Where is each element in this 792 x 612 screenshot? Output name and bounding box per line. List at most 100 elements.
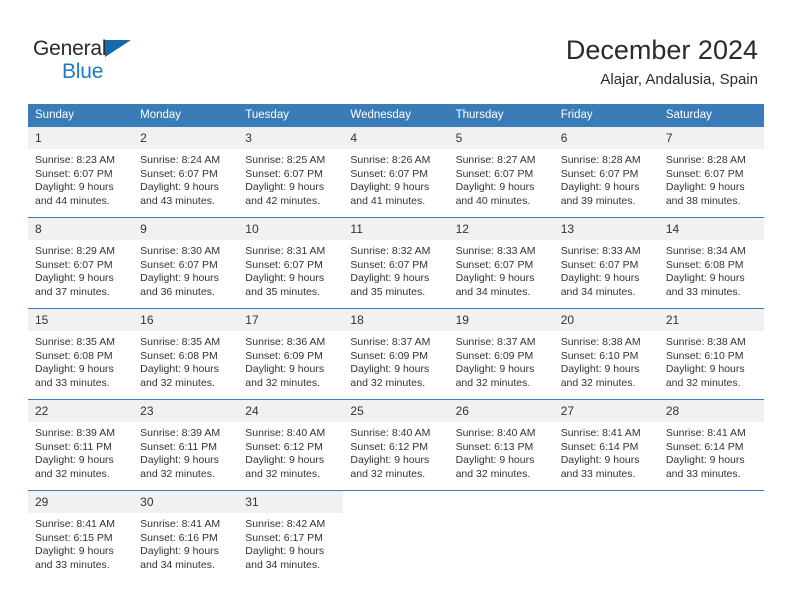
calendar-day-cell[interactable]: 3 Sunrise: 8:25 AM Sunset: 6:07 PM Dayli… xyxy=(238,126,344,218)
calendar-day-cell[interactable]: 26 Sunrise: 8:40 AM Sunset: 6:13 PM Dayl… xyxy=(448,399,554,491)
calendar-day-cell[interactable]: 16 Sunrise: 8:35 AM Sunset: 6:08 PM Dayl… xyxy=(133,308,239,400)
day-number: 1 xyxy=(28,127,134,149)
calendar-day-cell[interactable]: 12 Sunrise: 8:33 AM Sunset: 6:07 PM Dayl… xyxy=(448,217,554,309)
daylight-text-line1: Daylight: 9 hours xyxy=(665,363,745,376)
sunset-text: Sunset: 6:07 PM xyxy=(245,258,323,271)
calendar-day-cell[interactable]: 28 Sunrise: 8:41 AM Sunset: 6:14 PM Dayl… xyxy=(658,399,764,491)
calendar-day-cell[interactable]: 6 Sunrise: 8:28 AM Sunset: 6:07 PM Dayli… xyxy=(553,126,659,218)
sunset-text: Sunset: 6:08 PM xyxy=(665,258,744,271)
sunrise-text: Sunrise: 8:35 AM xyxy=(140,336,221,348)
daylight-text-line2: and 36 minutes. xyxy=(140,285,215,298)
calendar-day-cell[interactable]: 24 Sunrise: 8:40 AM Sunset: 6:12 PM Dayl… xyxy=(238,399,344,491)
daylight-text-line2: and 32 minutes. xyxy=(245,376,320,389)
day-number xyxy=(448,491,554,513)
daylight-text-line2: and 40 minutes. xyxy=(455,194,531,207)
day-number: 23 xyxy=(133,400,239,422)
sunrise-text: Sunrise: 8:27 AM xyxy=(455,154,536,166)
day-details: Sunrise: 8:24 AM Sunset: 6:07 PM Dayligh… xyxy=(133,149,238,208)
sunrise-text: Sunrise: 8:42 AM xyxy=(245,518,326,530)
daylight-text-line1: Daylight: 9 hours xyxy=(140,545,219,558)
day-details: Sunrise: 8:37 AM Sunset: 6:09 PM Dayligh… xyxy=(343,331,448,390)
sunrise-text: Sunrise: 8:33 AM xyxy=(455,245,536,257)
calendar-day-cell[interactable]: 17 Sunrise: 8:36 AM Sunset: 6:09 PM Dayl… xyxy=(238,308,344,400)
calendar-day-cell-empty xyxy=(553,490,659,581)
day-number: 2 xyxy=(133,127,239,149)
daylight-text-line1: Daylight: 9 hours xyxy=(245,545,325,558)
day-details: Sunrise: 8:28 AM Sunset: 6:07 PM Dayligh… xyxy=(659,149,764,208)
daylight-text-line2: and 32 minutes. xyxy=(140,376,215,389)
day-details: Sunrise: 8:40 AM Sunset: 6:12 PM Dayligh… xyxy=(343,422,448,481)
calendar-day-cell[interactable]: 31 Sunrise: 8:42 AM Sunset: 6:17 PM Dayl… xyxy=(238,490,344,581)
calendar-day-cell[interactable]: 18 Sunrise: 8:37 AM Sunset: 6:09 PM Dayl… xyxy=(343,308,449,400)
sunrise-text: Sunrise: 8:32 AM xyxy=(350,245,431,257)
calendar-day-cell-empty xyxy=(658,490,764,581)
daylight-text-line1: Daylight: 9 hours xyxy=(455,363,535,376)
brand-logo[interactable]: General Blue xyxy=(33,38,183,84)
calendar-day-cell[interactable]: 27 Sunrise: 8:41 AM Sunset: 6:14 PM Dayl… xyxy=(553,399,659,491)
sunset-text: Sunset: 6:13 PM xyxy=(455,440,534,453)
calendar-day-cell[interactable]: 7 Sunrise: 8:28 AM Sunset: 6:07 PM Dayli… xyxy=(658,126,764,218)
day-details: Sunrise: 8:33 AM Sunset: 6:07 PM Dayligh… xyxy=(449,240,554,299)
sunrise-text: Sunrise: 8:30 AM xyxy=(140,245,221,257)
sunrise-text: Sunrise: 8:25 AM xyxy=(245,154,326,166)
calendar-page: General Blue December 2024 Alajar, Andal… xyxy=(0,0,792,612)
day-details: Sunrise: 8:33 AM Sunset: 6:07 PM Dayligh… xyxy=(554,240,659,299)
calendar-day-cell[interactable]: 22 Sunrise: 8:39 AM Sunset: 6:11 PM Dayl… xyxy=(28,399,134,491)
calendar-day-cell[interactable]: 11 Sunrise: 8:32 AM Sunset: 6:07 PM Dayl… xyxy=(343,217,449,309)
day-number: 25 xyxy=(343,400,449,422)
daylight-text-line2: and 35 minutes. xyxy=(350,285,426,298)
daylight-text-line1: Daylight: 9 hours xyxy=(140,363,219,376)
day-number: 30 xyxy=(133,491,239,513)
daylight-text-line2: and 32 minutes. xyxy=(560,376,636,389)
calendar-day-cell[interactable]: 2 Sunrise: 8:24 AM Sunset: 6:07 PM Dayli… xyxy=(133,126,239,218)
day-details: Sunrise: 8:35 AM Sunset: 6:08 PM Dayligh… xyxy=(28,331,133,390)
sunset-text: Sunset: 6:16 PM xyxy=(140,531,218,544)
calendar-day-cell[interactable]: 29 Sunrise: 8:41 AM Sunset: 6:15 PM Dayl… xyxy=(28,490,134,581)
calendar-day-cell[interactable]: 14 Sunrise: 8:34 AM Sunset: 6:08 PM Dayl… xyxy=(658,217,764,309)
sunrise-text: Sunrise: 8:37 AM xyxy=(455,336,536,348)
calendar-day-cell[interactable]: 21 Sunrise: 8:38 AM Sunset: 6:10 PM Dayl… xyxy=(658,308,764,400)
day-details: Sunrise: 8:34 AM Sunset: 6:08 PM Dayligh… xyxy=(659,240,764,299)
daylight-text-line2: and 42 minutes. xyxy=(245,194,320,207)
daylight-text-line2: and 34 minutes. xyxy=(455,285,531,298)
day-number: 19 xyxy=(448,309,554,331)
sunset-text: Sunset: 6:07 PM xyxy=(560,167,639,180)
sunset-text: Sunset: 6:07 PM xyxy=(35,258,113,271)
calendar-day-cell[interactable]: 19 Sunrise: 8:37 AM Sunset: 6:09 PM Dayl… xyxy=(448,308,554,400)
calendar-day-cell[interactable]: 25 Sunrise: 8:40 AM Sunset: 6:12 PM Dayl… xyxy=(343,399,449,491)
day-details: Sunrise: 8:23 AM Sunset: 6:07 PM Dayligh… xyxy=(28,149,133,208)
daylight-text-line1: Daylight: 9 hours xyxy=(560,272,640,285)
calendar-day-cell[interactable]: 8 Sunrise: 8:29 AM Sunset: 6:07 PM Dayli… xyxy=(28,217,134,309)
daylight-text-line1: Daylight: 9 hours xyxy=(455,454,535,467)
calendar-day-cell[interactable]: 30 Sunrise: 8:41 AM Sunset: 6:16 PM Dayl… xyxy=(133,490,239,581)
calendar-week-row: 29 Sunrise: 8:41 AM Sunset: 6:15 PM Dayl… xyxy=(28,490,764,581)
sunrise-text: Sunrise: 8:29 AM xyxy=(35,245,115,257)
calendar-day-cell[interactable]: 23 Sunrise: 8:39 AM Sunset: 6:11 PM Dayl… xyxy=(133,399,239,491)
sunset-text: Sunset: 6:07 PM xyxy=(455,258,534,271)
daylight-text-line1: Daylight: 9 hours xyxy=(245,363,325,376)
sunset-text: Sunset: 6:10 PM xyxy=(665,349,744,362)
daylight-text-line2: and 32 minutes. xyxy=(350,376,426,389)
day-details: Sunrise: 8:25 AM Sunset: 6:07 PM Dayligh… xyxy=(238,149,343,208)
sunset-text: Sunset: 6:08 PM xyxy=(35,349,113,362)
day-details: Sunrise: 8:40 AM Sunset: 6:12 PM Dayligh… xyxy=(238,422,343,481)
daylight-text-line1: Daylight: 9 hours xyxy=(350,454,430,467)
calendar-week-row: 8 Sunrise: 8:29 AM Sunset: 6:07 PM Dayli… xyxy=(28,217,764,309)
day-details: Sunrise: 8:32 AM Sunset: 6:07 PM Dayligh… xyxy=(343,240,448,299)
daylight-text-line2: and 32 minutes. xyxy=(350,467,426,480)
daylight-text-line1: Daylight: 9 hours xyxy=(455,272,535,285)
sunrise-text: Sunrise: 8:41 AM xyxy=(140,518,221,530)
calendar-day-cell[interactable]: 10 Sunrise: 8:31 AM Sunset: 6:07 PM Dayl… xyxy=(238,217,344,309)
calendar-day-cell[interactable]: 9 Sunrise: 8:30 AM Sunset: 6:07 PM Dayli… xyxy=(133,217,239,309)
day-number: 29 xyxy=(28,491,134,513)
calendar-day-cell[interactable]: 4 Sunrise: 8:26 AM Sunset: 6:07 PM Dayli… xyxy=(343,126,449,218)
sunrise-text: Sunrise: 8:41 AM xyxy=(35,518,115,530)
calendar-day-cell[interactable]: 20 Sunrise: 8:38 AM Sunset: 6:10 PM Dayl… xyxy=(553,308,659,400)
sunrise-text: Sunrise: 8:37 AM xyxy=(350,336,431,348)
weekday-header-sunday: Sunday xyxy=(28,104,134,127)
weekday-header-friday: Friday xyxy=(553,104,659,127)
calendar-day-cell[interactable]: 15 Sunrise: 8:35 AM Sunset: 6:08 PM Dayl… xyxy=(28,308,134,400)
calendar-day-cell[interactable]: 1 Sunrise: 8:23 AM Sunset: 6:07 PM Dayli… xyxy=(28,126,134,218)
calendar-day-cell[interactable]: 13 Sunrise: 8:33 AM Sunset: 6:07 PM Dayl… xyxy=(553,217,659,309)
calendar-day-cell[interactable]: 5 Sunrise: 8:27 AM Sunset: 6:07 PM Dayli… xyxy=(448,126,554,218)
